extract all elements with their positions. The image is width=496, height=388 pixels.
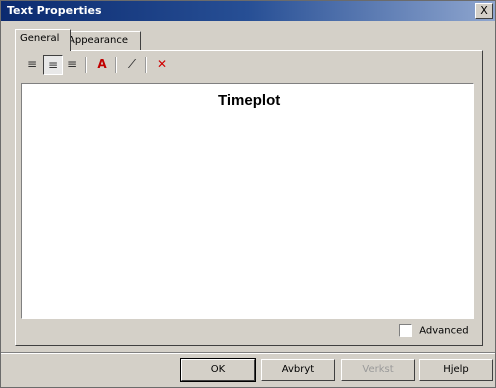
font-color-icon[interactable]: A [93,55,111,73]
tab-general[interactable]: General [15,29,71,51]
button-divider [1,352,495,354]
tab-appearance[interactable]: Appearance [63,31,141,50]
align-right-icon[interactable]: ≡ [63,55,81,73]
editor-content: Timeplot [218,92,281,109]
cancel-button[interactable]: Avbryt [261,359,335,381]
toolbar-separator [85,57,87,73]
title-bar[interactable]: Text Properties X [1,1,495,21]
toolbar-separator [145,57,147,73]
toolbar-separator [115,57,117,73]
text-properties-dialog: Text Properties X General Appearance ≡ ≡… [0,0,496,388]
close-button[interactable]: X [475,3,493,19]
help-button[interactable]: Hjelp [419,359,493,381]
dialog-title: Text Properties [7,4,102,17]
apply-button[interactable]: Verkst [341,359,415,381]
ok-button[interactable]: OK [180,358,256,382]
advanced-checkbox[interactable] [399,324,412,337]
advanced-option[interactable]: Advanced [399,324,469,337]
align-left-icon[interactable]: ≡ [23,55,41,73]
align-center-icon[interactable]: ≡ [43,55,63,75]
advanced-label: Advanced [419,325,469,337]
font-style-icon[interactable]: ⁄ [123,55,141,73]
text-editor[interactable]: Timeplot [21,83,474,319]
delete-icon[interactable]: ✕ [153,55,171,73]
